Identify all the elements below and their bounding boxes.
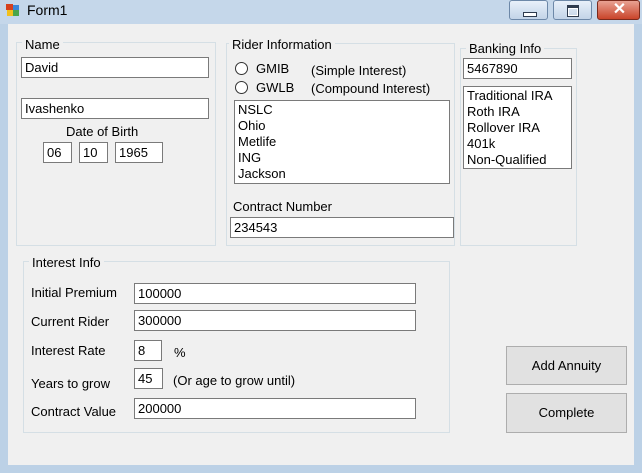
current-rider-label: Current Rider: [31, 314, 110, 329]
initial-premium-field[interactable]: 100000: [134, 283, 416, 304]
close-icon: ✕: [612, 1, 627, 18]
list-item[interactable]: 401k: [467, 136, 568, 152]
first-name-field[interactable]: David: [21, 57, 209, 78]
years-to-grow-note: (Or age to grow until): [173, 373, 296, 388]
contract-value-field[interactable]: 200000: [134, 398, 416, 419]
complete-button[interactable]: Complete: [506, 393, 627, 433]
list-item[interactable]: ING: [238, 150, 446, 166]
contract-number-label: Contract Number: [233, 199, 332, 214]
list-item[interactable]: Metlife: [238, 134, 446, 150]
years-to-grow-field[interactable]: 45: [134, 368, 163, 389]
list-item[interactable]: Rollover IRA: [467, 120, 568, 136]
interest-rate-label: Interest Rate: [31, 343, 106, 358]
name-group-label: Name: [22, 37, 63, 52]
gmib-radio[interactable]: [235, 62, 248, 75]
form-window: Form1 ✕ Name David Ivashenko Date of Bir…: [0, 0, 642, 473]
last-name-field[interactable]: Ivashenko: [21, 98, 209, 119]
form-app-icon[interactable]: [6, 4, 21, 17]
add-annuity-button[interactable]: Add Annuity: [506, 346, 627, 385]
dob-day-field[interactable]: 10: [79, 142, 108, 163]
gwlb-label[interactable]: GWLB: [256, 80, 294, 95]
years-to-grow-label: Years to grow: [31, 376, 111, 391]
maximize-button[interactable]: [553, 0, 592, 20]
list-item[interactable]: Jackson: [238, 166, 446, 182]
dob-month-field[interactable]: 06: [43, 142, 72, 163]
contract-number-field[interactable]: 234543: [230, 217, 454, 238]
dob-year-field[interactable]: 1965: [115, 142, 163, 163]
banking-info-group-label: Banking Info: [466, 41, 545, 56]
gwlb-radio[interactable]: [235, 81, 248, 94]
list-item[interactable]: NSLC: [238, 102, 446, 118]
gmib-note: (Simple Interest): [311, 63, 407, 78]
maximize-icon: [567, 5, 579, 17]
list-item[interactable]: Traditional IRA: [467, 88, 568, 104]
carrier-listbox[interactable]: NSLC Ohio Metlife ING Jackson: [234, 100, 450, 184]
gmib-label[interactable]: GMIB: [256, 61, 289, 76]
form-client-area: Name David Ivashenko Date of Birth 06 10…: [8, 24, 634, 465]
percent-sign: %: [174, 345, 186, 360]
rider-info-group-label: Rider Information: [229, 37, 335, 52]
minimize-icon: [523, 12, 537, 17]
contract-value-label: Contract Value: [31, 404, 117, 419]
window-title: Form1: [27, 2, 68, 18]
gwlb-note: (Compound Interest): [311, 81, 431, 96]
account-number-field[interactable]: 5467890: [463, 58, 572, 79]
close-button[interactable]: ✕: [597, 0, 640, 20]
dob-label: Date of Birth: [66, 124, 139, 139]
list-item[interactable]: Non-Qualified: [467, 152, 568, 168]
title-bar[interactable]: Form1 ✕: [0, 0, 642, 24]
account-type-listbox[interactable]: Traditional IRA Roth IRA Rollover IRA 40…: [463, 86, 572, 169]
minimize-button[interactable]: [509, 0, 548, 20]
initial-premium-label: Initial Premium: [31, 285, 117, 300]
list-item[interactable]: Roth IRA: [467, 104, 568, 120]
interest-info-group-label: Interest Info: [29, 255, 104, 270]
current-rider-field[interactable]: 300000: [134, 310, 416, 331]
interest-rate-field[interactable]: 8: [134, 340, 162, 361]
list-item[interactable]: Ohio: [238, 118, 446, 134]
